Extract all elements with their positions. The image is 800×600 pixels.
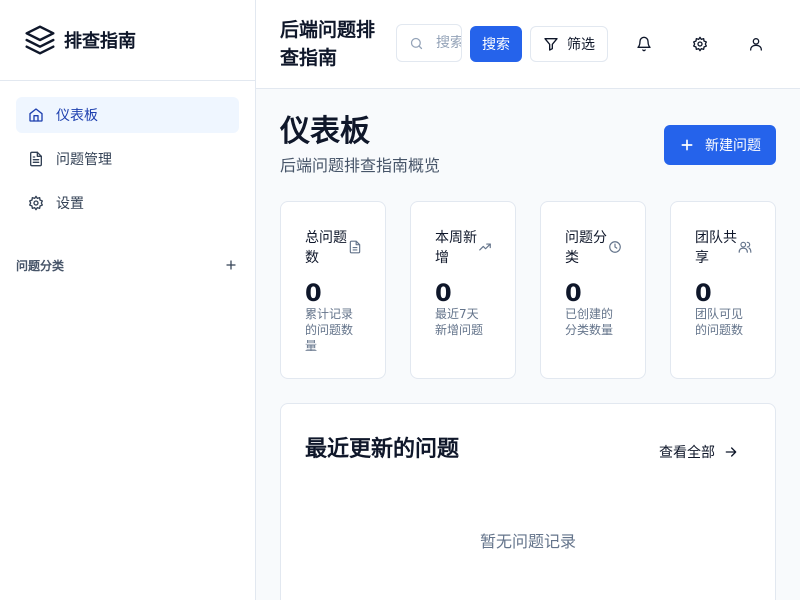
stat-card-team: 团队共享 0 团队可见的问题数 xyxy=(670,201,776,379)
arrow-right-icon xyxy=(725,447,737,457)
recent-issues-card: 最近更新的问题 查看全部 暂无问题记录 xyxy=(280,403,776,600)
stat-title: 本周新增 xyxy=(435,230,477,266)
page-subtitle: 后端问题排查指南概览 xyxy=(280,156,441,175)
gear-icon xyxy=(29,195,43,211)
stat-card-categories: 问题分类 0 已创建的分类数量 xyxy=(540,201,646,379)
sidebar: 排查指南 仪表板 问题管理 设置 问题分类 xyxy=(0,0,256,600)
plus-icon xyxy=(226,260,236,270)
stat-card-weekly: 本周新增 0 最近7天新增问题 xyxy=(410,201,516,379)
filter-button[interactable]: 筛选 xyxy=(530,26,608,62)
user-icon xyxy=(750,38,762,51)
stat-value: 0 xyxy=(435,279,452,307)
notifications-button[interactable] xyxy=(630,30,658,58)
top-header: 后端问题排查指南 搜索 筛选 xyxy=(256,0,800,89)
gear-icon xyxy=(693,36,707,52)
new-issue-button[interactable]: 新建问题 xyxy=(664,125,776,165)
category-header: 问题分类 xyxy=(16,256,240,274)
category-label: 问题分类 xyxy=(16,258,65,273)
filter-label: 筛选 xyxy=(567,37,595,53)
clock-icon xyxy=(609,241,621,253)
stat-title: 问题分类 xyxy=(565,230,607,266)
stat-value: 0 xyxy=(565,279,582,307)
users-icon xyxy=(738,241,752,253)
stat-value: 0 xyxy=(695,279,712,307)
add-category-button[interactable] xyxy=(222,256,240,274)
search-input[interactable] xyxy=(436,35,461,51)
stat-desc: 团队可见的问题数 xyxy=(695,307,744,337)
home-icon xyxy=(29,108,43,122)
empty-state: 暂无问题记录 xyxy=(479,532,576,551)
sidebar-item-label: 仪表板 xyxy=(56,108,98,124)
user-button[interactable] xyxy=(742,30,770,58)
view-all-label: 查看全部 xyxy=(659,445,715,461)
stat-desc: 已创建的分类数量 xyxy=(565,307,614,337)
search-icon xyxy=(410,37,423,49)
brand-name: 排查指南 xyxy=(64,31,136,52)
view-all-link[interactable]: 查看全部 xyxy=(659,442,739,462)
sidebar-item-issues[interactable]: 问题管理 xyxy=(16,141,239,177)
sidebar-nav: 仪表板 问题管理 设置 xyxy=(0,81,255,221)
stat-desc: 累计记录的问题数量 xyxy=(305,307,354,353)
brand[interactable]: 排查指南 xyxy=(0,0,255,81)
page-title: 仪表板 xyxy=(280,114,370,149)
sidebar-item-dashboard[interactable]: 仪表板 xyxy=(16,97,239,133)
recent-issues-title: 最近更新的问题 xyxy=(305,437,460,462)
settings-button[interactable] xyxy=(686,30,714,58)
layers-icon xyxy=(25,25,55,55)
stat-title: 团队共享 xyxy=(695,230,737,266)
sidebar-item-label: 设置 xyxy=(56,196,84,212)
file-text-icon xyxy=(30,151,42,167)
header-title: 后端问题排查指南 xyxy=(280,19,376,69)
stat-card-total: 总问题数 0 累计记录的问题数量 xyxy=(280,201,386,379)
stat-desc: 最近7天新增问题 xyxy=(435,307,484,337)
filter-icon xyxy=(544,38,558,51)
search-box[interactable] xyxy=(396,24,462,62)
trending-up-icon xyxy=(479,243,491,251)
bell-icon xyxy=(637,36,651,52)
search-button[interactable]: 搜索 xyxy=(470,26,522,62)
plus-icon xyxy=(681,139,693,151)
sidebar-item-settings[interactable]: 设置 xyxy=(16,185,239,221)
stat-value: 0 xyxy=(305,279,322,307)
new-issue-label: 新建问题 xyxy=(705,138,761,154)
file-icon xyxy=(349,240,361,254)
sidebar-item-label: 问题管理 xyxy=(56,152,112,168)
stat-title: 总问题数 xyxy=(305,230,347,266)
